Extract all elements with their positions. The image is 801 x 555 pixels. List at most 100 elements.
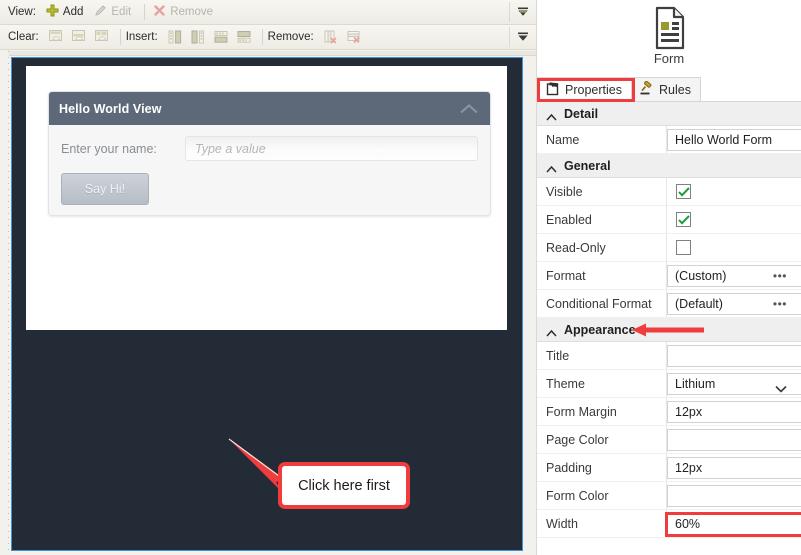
clear-all-icon[interactable] [92,27,113,47]
page-color-value-input[interactable] [667,429,801,451]
chevron-up-icon[interactable] [458,102,480,116]
overflow-chevron-icon[interactable] [516,5,530,19]
property-value-cell [666,234,801,261]
click-here-callout: Click here first [278,462,410,509]
property-row-name: Name Hello World Form [537,126,801,154]
vertical-ruler [0,51,9,555]
view-add-button[interactable]: Add [43,3,88,21]
property-label: Conditional Format [546,296,652,311]
form-document-icon [651,6,687,50]
view-remove-label: Remove [170,6,214,18]
property-row-title: Title [537,342,801,370]
group-title: Detail [564,106,599,121]
property-value-cell [666,206,801,233]
property-row-width: Width 60% [537,510,801,538]
form-color-value-input[interactable] [667,485,801,507]
property-group-detail[interactable]: Detail [537,102,801,126]
form-margin-value-input[interactable]: 12px [667,401,801,423]
enabled-checkbox[interactable] [676,212,691,227]
chevron-down-icon[interactable] [775,380,787,393]
insert-group-label: Insert: [125,31,158,43]
panel-title: Hello World View [59,101,162,116]
property-label: Width [546,516,578,531]
clear-group-label: Clear: [8,31,39,43]
read-only-checkbox[interactable] [676,240,691,255]
toolbar-separator [261,29,263,45]
name-value-input[interactable]: Hello World Form [667,129,801,151]
view-edit-label: Edit [111,6,132,18]
designer-canvas-area: Hello World View Enter your name: Type a… [0,51,536,555]
remove-row-icon[interactable] [344,27,365,47]
property-row-form-color: Form Color [537,482,801,510]
property-row-theme: Theme Lithium [537,370,801,398]
property-label: Name [546,132,580,147]
property-group-general[interactable]: General [537,154,801,178]
property-group-appearance[interactable]: Appearance [537,318,801,342]
conditional-format-ellipsis-button[interactable]: ••• [773,298,787,310]
remove-column-icon[interactable] [321,27,342,47]
insert-row-above-icon[interactable] [211,27,232,47]
properties-inspector-pane: Form Properties Rules Detail Name Hello … [536,0,801,555]
tab-properties-label: Properties [565,82,622,97]
width-value-input[interactable]: 60% [667,513,801,535]
view-toolbar-label: View: [8,6,36,18]
property-label: Title [546,348,570,363]
title-value-input[interactable] [667,345,801,367]
view-remove-button[interactable]: Remove [150,3,218,21]
toolbar-right-divider [509,27,510,47]
appearance-annotation-arrow-icon [632,323,704,336]
toolbar-separator [144,4,146,20]
property-label: Form Color [546,488,609,503]
property-row-padding: Padding 12px [537,454,801,482]
property-value-cell: 60% [666,510,801,537]
insert-column-right-icon[interactable] [188,27,209,47]
name-field-label: Enter your name: [61,141,157,156]
clear-view-icon[interactable] [46,27,67,47]
property-row-enabled: Enabled [537,206,801,234]
remove-group-label: Remove: [267,31,314,43]
say-hi-button[interactable]: Say Hi! [61,173,149,205]
name-input[interactable]: Type a value [185,136,478,161]
callout-text: Click here first [298,477,390,494]
horizontal-ruler [0,51,536,56]
property-value-cell: Lithium [666,370,801,397]
hello-world-view-panel[interactable]: Hello World View Enter your name: Type a… [48,91,491,216]
form-design-canvas[interactable]: Hello World View Enter your name: Type a… [11,57,523,551]
property-label: Format [546,268,586,283]
view-add-label: Add [62,6,84,18]
plus-icon [46,4,59,20]
view-edit-button[interactable]: Edit [91,3,136,21]
clear-layout-icon[interactable] [69,27,90,47]
inspected-object-header: Form [537,0,801,78]
property-label: Page Color [546,432,609,447]
property-label: Visible [546,184,583,199]
property-label: Read-Only [546,240,606,255]
property-row-visible: Visible [537,178,801,206]
insert-column-left-icon[interactable] [165,27,186,47]
property-row-read-only: Read-Only [537,234,801,262]
property-value-cell [666,342,801,369]
inspected-object-label: Form [653,51,685,66]
view-toolbar: View: Add Edit Remove [0,0,536,25]
property-value-cell: (Default) ••• [666,290,801,317]
property-value-cell [666,178,801,205]
property-value-cell: Hello World Form [666,126,801,153]
toolbar-right-divider [509,2,510,22]
property-value-cell [666,482,801,509]
panel-body: Enter your name: Type a value Say Hi! [49,125,490,205]
visible-checkbox[interactable] [676,184,691,199]
tab-rules[interactable]: Rules [630,77,701,101]
format-ellipsis-button[interactable]: ••• [773,270,787,282]
property-value-cell: (Custom) ••• [666,262,801,289]
property-label: Form Margin [546,404,617,419]
form-surface[interactable]: Hello World View Enter your name: Type a… [26,66,507,330]
property-row-conditional-format: Conditional Format (Default) ••• [537,290,801,318]
overflow-chevron-icon[interactable] [516,30,530,44]
padding-value-input[interactable]: 12px [667,457,801,479]
layout-toolbar: Clear: Insert: Remove: [0,25,536,50]
insert-row-below-icon[interactable] [234,27,255,47]
panel-header[interactable]: Hello World View [49,92,490,125]
property-row-format: Format (Custom) ••• [537,262,801,290]
tab-properties[interactable]: Properties [537,77,632,101]
gavel-icon [639,80,654,99]
